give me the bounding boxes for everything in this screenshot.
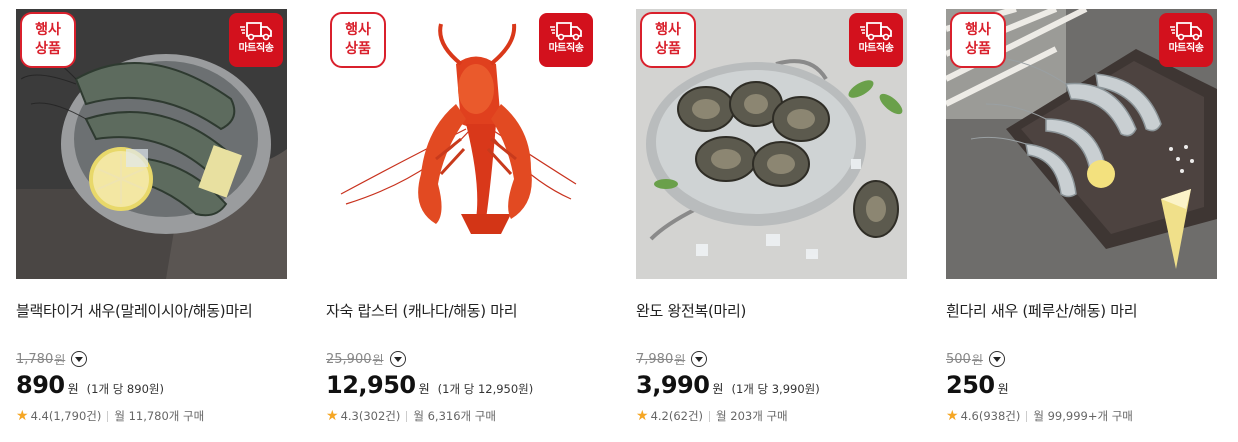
sale-price: 250	[946, 371, 995, 399]
chevron-down-icon	[393, 357, 402, 362]
mart-delivery-badge: 마트직송	[229, 13, 283, 67]
event-badge: 행사 상품	[20, 12, 76, 68]
divider	[709, 410, 711, 422]
monthly-purchases: 월 203개 구매	[716, 409, 788, 423]
original-price-row: 7,980 원	[636, 349, 907, 369]
sale-price-unit: 원	[67, 382, 79, 396]
event-badge-line1: 행사	[345, 22, 371, 38]
event-badge: 행사 상품	[950, 12, 1006, 68]
sale-price: 12,950	[326, 371, 416, 399]
event-badge-line1: 행사	[655, 22, 681, 38]
product-image[interactable]: 행사 상품 마트직송	[946, 9, 1217, 279]
original-price-row: 500 원	[946, 349, 1217, 369]
original-price-row: 1,780 원	[16, 349, 287, 369]
mart-delivery-badge: 마트직송	[539, 13, 593, 67]
unit-price: (1개 당 890원)	[86, 382, 164, 396]
mart-delivery-label: 마트직송	[238, 43, 274, 54]
product-image[interactable]: 행사 상품 마트직송	[16, 9, 287, 279]
original-price-unit: 원	[54, 352, 66, 367]
original-price-unit: 원	[674, 352, 686, 367]
product-image[interactable]: 행사 상품 마트직송	[636, 9, 907, 279]
star-icon: ★	[326, 408, 339, 424]
rating: 4.4(1,790건)	[30, 409, 102, 423]
original-price-row: 25,900 원	[326, 349, 597, 369]
monthly-purchases: 월 11,780개 구매	[114, 409, 205, 423]
price-row: 3,990 원 (1개 당 3,990원)	[636, 371, 907, 405]
truck-icon	[860, 22, 892, 41]
unit-price: (1개 당 12,950원)	[437, 382, 534, 396]
price-info-button[interactable]	[389, 351, 406, 367]
product-name[interactable]: 블랙타이거 새우(말레이시아/해동)마리	[16, 300, 287, 322]
star-icon: ★	[636, 408, 649, 424]
event-badge: 행사 상품	[640, 12, 696, 68]
original-price: 25,900	[326, 351, 372, 367]
price-row: 250 원	[946, 371, 1217, 405]
mart-delivery-badge: 마트직송	[849, 13, 903, 67]
product-grid: 행사 상품 마트직송 블랙타이거 새우(말레이시아/해동)마리 1,780 원 8…	[0, 0, 1238, 442]
price-info-button[interactable]	[71, 351, 88, 367]
product-card[interactable]: 행사 상품 마트직송 완도 왕전복(마리) 7,980 원 3,990 원 (1…	[636, 9, 907, 439]
rating: 4.2(62건)	[650, 409, 704, 423]
unit-price: (1개 당 3,990원)	[731, 382, 820, 396]
product-name[interactable]: 완도 왕전복(마리)	[636, 300, 907, 322]
star-icon: ★	[16, 408, 29, 424]
sale-price-unit: 원	[712, 382, 724, 396]
monthly-purchases: 월 6,316개 구매	[413, 409, 496, 423]
sale-price-unit: 원	[997, 382, 1009, 396]
event-badge-line2: 상품	[655, 41, 681, 57]
event-badge: 행사 상품	[330, 12, 386, 68]
star-icon: ★	[946, 408, 959, 424]
truck-icon	[1170, 22, 1202, 41]
product-name[interactable]: 흰다리 새우 (페루산/해동) 마리	[946, 300, 1217, 322]
product-image[interactable]: 행사 상품 마트직송	[326, 9, 597, 279]
price-info-button[interactable]	[691, 351, 708, 367]
original-price: 1,780	[16, 351, 54, 367]
rating: 4.6(938건)	[960, 409, 1021, 423]
original-price: 7,980	[636, 351, 674, 367]
price-row: 890 원 (1개 당 890원)	[16, 371, 287, 405]
event-badge-line2: 상품	[345, 41, 371, 57]
divider	[406, 410, 408, 422]
product-card[interactable]: 행사 상품 마트직송 흰다리 새우 (페루산/해동) 마리 500 원 250 원	[946, 9, 1217, 439]
event-badge-line2: 상품	[35, 41, 61, 57]
chevron-down-icon	[695, 357, 704, 362]
mart-delivery-badge: 마트직송	[1159, 13, 1213, 67]
event-badge-line2: 상품	[965, 41, 991, 57]
event-badge-line1: 행사	[965, 22, 991, 38]
sale-price: 890	[16, 371, 65, 399]
rating-row: ★ 4.3(302건) 월 6,316개 구매	[326, 407, 597, 425]
truck-icon	[240, 22, 272, 41]
sale-price: 3,990	[636, 371, 710, 399]
original-price: 500	[946, 351, 971, 367]
product-card[interactable]: 행사 상품 마트직송 블랙타이거 새우(말레이시아/해동)마리 1,780 원 8…	[16, 9, 287, 439]
chevron-down-icon	[75, 357, 84, 362]
rating-row: ★ 4.6(938건) 월 99,999+개 구매	[946, 407, 1217, 425]
price-info-button[interactable]	[988, 351, 1005, 367]
divider	[1026, 410, 1028, 422]
monthly-purchases: 월 99,999+개 구매	[1033, 409, 1133, 423]
mart-delivery-label: 마트직송	[1168, 43, 1204, 54]
original-price-unit: 원	[971, 352, 983, 367]
rating: 4.3(302건)	[340, 409, 401, 423]
product-name[interactable]: 자숙 랍스터 (캐나다/해동) 마리	[326, 300, 597, 322]
rating-row: ★ 4.4(1,790건) 월 11,780개 구매	[16, 407, 287, 425]
product-card[interactable]: 행사 상품 마트직송 자숙 랍스터 (캐나다/해동) 마리 25,900 원 12…	[326, 9, 597, 439]
mart-delivery-label: 마트직송	[548, 43, 584, 54]
event-badge-line1: 행사	[35, 22, 61, 38]
divider	[107, 410, 109, 422]
original-price-unit: 원	[372, 352, 384, 367]
rating-row: ★ 4.2(62건) 월 203개 구매	[636, 407, 907, 425]
price-row: 12,950 원 (1개 당 12,950원)	[326, 371, 597, 405]
chevron-down-icon	[992, 357, 1001, 362]
mart-delivery-label: 마트직송	[858, 43, 894, 54]
truck-icon	[550, 22, 582, 41]
sale-price-unit: 원	[418, 382, 430, 396]
